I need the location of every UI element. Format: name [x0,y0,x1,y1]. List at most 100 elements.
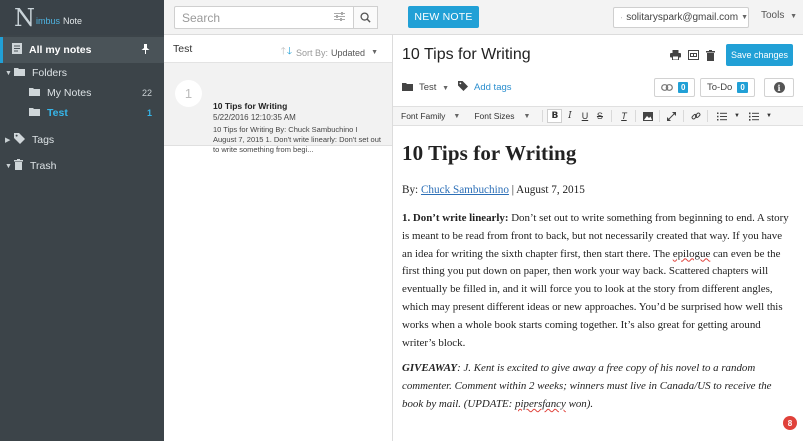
clear-format-button[interactable]: T [616,109,631,123]
todo-button[interactable]: To-Do 0 [700,78,755,97]
sidebar-item-test[interactable]: Test 1 [0,103,164,123]
note-index: 1 [175,80,202,107]
folder-title: Test [173,42,193,55]
underline-button[interactable]: U [577,109,592,123]
note-meta: Test ▼ Add tags [402,81,512,94]
sidebar-item-label: Folders [32,67,68,79]
sidebar: All my notes ▼ Folders My Notes 22 Test … [0,35,164,441]
note-date: 5/22/2016 12:10:35 AM [213,113,296,122]
author-link[interactable]: Chuck Sambuchino [421,184,509,196]
search-icon [360,12,371,23]
misspelled-word: pipersfancy [515,397,566,410]
trash-icon [14,159,23,173]
info-icon: i [773,82,785,93]
add-tags-link[interactable]: Add tags [474,82,512,93]
filter-icon[interactable] [334,12,345,24]
print-icon[interactable] [670,50,681,64]
note-count: 22 [141,88,152,98]
folder-selector[interactable]: Test ▼ [419,82,449,93]
logo-note-word: Note [63,15,83,26]
sidebar-item-folders[interactable]: ▼ Folders [0,63,164,83]
arrow-down-icon[interactable]: 🡓 [287,44,292,61]
sidebar-item-label: Tags [32,134,55,146]
doc-byline: By: Chuck Sambuchino | August 7, 2015 [402,184,794,196]
trash-icon[interactable] [706,50,715,64]
font-family-select[interactable]: Font Family ▼ [401,111,460,121]
link-icon [691,112,701,120]
folder-icon [29,87,40,99]
bold-button[interactable]: B [547,109,563,123]
expand-icon [667,111,677,121]
new-note-button[interactable]: NEW NOTE [408,6,479,28]
font-family-label: Font Family [401,111,446,121]
doc-paragraph: 1. Don’t write linearly: Don’t set out t… [402,210,794,352]
caret-right-icon[interactable]: ▶ [5,136,14,144]
chevron-down-icon[interactable]: ▼ [732,109,741,123]
user-icon [621,16,623,19]
sort-label: Sort By: [296,47,329,58]
toolbar-divider [635,110,637,122]
toolbar-divider [707,110,709,122]
logo-letter: N [14,3,35,32]
note-list-header: Test 🡑 🡓 Sort By: Updated ▼ [164,35,392,63]
list-item[interactable]: 1 10 Tips for Writing 5/22/2016 12:10:35… [164,63,392,154]
chevron-down-icon: ▼ [442,85,450,92]
arrow-up-icon[interactable]: 🡑 [281,44,286,61]
toolbar-divider [659,110,661,122]
fullscreen-button[interactable] [664,109,679,123]
note-count: 1 [146,108,152,118]
italic-button[interactable]: I [562,109,577,123]
bullet-list-icon [717,112,728,120]
search-input[interactable] [182,10,332,25]
sidebar-item-label: My Notes [47,87,92,99]
account-menu[interactable]: solitaryspark@gmail.com ▼ [613,7,749,28]
note-actions [670,50,715,64]
notification-badge[interactable]: 8 [783,416,797,430]
app-logo[interactable]: N imbus Note [0,0,164,35]
sidebar-item-label: Trash [30,160,57,172]
toolbar-divider [683,110,685,122]
chevron-down-icon: ▼ [741,14,748,21]
caret-down-icon[interactable]: ▼ [5,70,14,77]
byline-prefix: By: [402,184,421,196]
note-title-field[interactable]: 10 Tips for Writing [402,46,531,64]
insert-image-button[interactable] [640,109,655,123]
chevron-down-icon: ▼ [790,13,798,20]
numbered-list-button[interactable] [744,109,764,123]
todo-label: To-Do [707,82,733,93]
caret-down-icon[interactable]: ▼ [5,163,14,170]
link-icon [661,84,673,91]
note-content[interactable]: 10 Tips for Writing By: Chuck Sambuchino… [402,141,794,422]
note-editor: 10 Tips for Writing Save changes Test ▼ … [393,35,803,441]
image-icon [642,111,653,121]
header-toolbar: NEW NOTE solitaryspark@gmail.com ▼ Tools… [164,0,803,35]
attachments-count: 0 [678,82,689,93]
insert-link-button[interactable] [688,109,703,123]
notes-icon [12,43,22,57]
tag-icon [14,133,25,147]
chevron-down-icon[interactable]: ▼ [764,109,773,123]
font-size-select[interactable]: Font Sizes ▼ [474,111,530,121]
byline-date: | August 7, 2015 [508,184,585,196]
sort-control[interactable]: 🡑 🡓 Sort By: Updated ▼ [281,44,378,61]
toolbar-divider [611,110,613,122]
bullet-list-button[interactable] [712,109,732,123]
sidebar-item-all-notes[interactable]: All my notes [0,37,164,63]
share-link-icon[interactable] [688,50,699,64]
search-button[interactable] [354,6,378,29]
tip-lead: 1. Don’t write linearly: [402,212,509,224]
numbered-list-icon [749,112,760,121]
logo-wordmark: imbus [36,15,61,26]
toolbar-divider [542,110,544,122]
sidebar-item-trash[interactable]: ▼ Trash [0,156,164,176]
strikethrough-button[interactable]: S [592,109,607,123]
pin-icon[interactable] [141,44,150,57]
tools-menu[interactable]: Tools ▼ [761,10,797,21]
folder-icon [14,67,25,79]
save-changes-button[interactable]: Save changes [726,44,793,66]
sidebar-item-tags[interactable]: ▶ Tags [0,130,164,150]
attachments-button[interactable]: 0 [654,78,696,97]
info-button[interactable]: i [764,78,794,97]
sidebar-item-my-notes[interactable]: My Notes 22 [0,83,164,103]
chevron-down-icon: ▼ [523,112,531,120]
